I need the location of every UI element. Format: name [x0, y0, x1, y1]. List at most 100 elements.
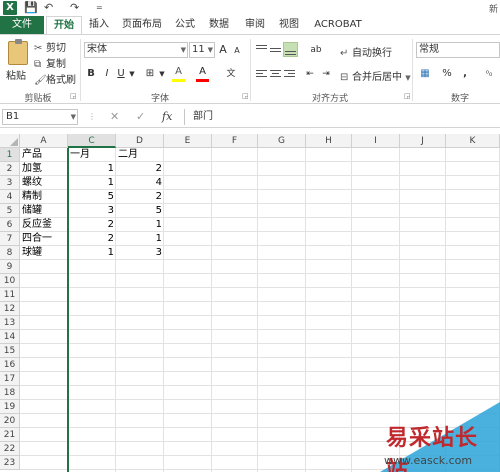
increase-decimal-icon[interactable]: ⁰₀ [480, 67, 498, 81]
tab-formulas[interactable]: 公式 [170, 16, 200, 34]
row-header-16[interactable]: 16 [0, 358, 20, 372]
borders-icon[interactable]: ⊞ [144, 67, 156, 81]
row-header-1[interactable]: 1 [0, 148, 20, 162]
grow-font-button[interactable]: A [218, 43, 228, 57]
cell-d3[interactable]: 4 [116, 176, 164, 190]
tab-view[interactable]: 视图 [274, 16, 304, 34]
italic-button[interactable]: I [102, 67, 112, 81]
tab-insert[interactable]: 插入 [84, 16, 114, 34]
row-header-15[interactable]: 15 [0, 344, 20, 358]
tab-data[interactable]: 数据 [204, 16, 234, 34]
increase-indent-icon[interactable]: ⇥ [320, 67, 332, 81]
row-header-9[interactable]: 9 [0, 260, 20, 274]
font-color-icon[interactable]: A [196, 65, 209, 79]
cell-a2[interactable]: 加氢 [20, 162, 68, 176]
row-header-3[interactable]: 3 [0, 176, 20, 190]
fill-color-icon[interactable]: A [172, 65, 185, 79]
cell-a8[interactable]: 球罐 [20, 246, 68, 260]
column-header-h[interactable]: H [306, 134, 352, 148]
cell-d2[interactable]: 2 [116, 162, 164, 176]
column-header-d[interactable]: D [116, 134, 164, 148]
cell-c6[interactable]: 2 [68, 218, 116, 232]
row-header-6[interactable]: 6 [0, 218, 20, 232]
row-header-18[interactable]: 18 [0, 386, 20, 400]
tab-home[interactable]: 开始 [46, 16, 82, 34]
tab-file[interactable]: 文件 [0, 16, 44, 34]
cell-d5[interactable]: 5 [116, 204, 164, 218]
align-bottom-button[interactable] [283, 42, 298, 57]
cell-c2[interactable]: 1 [68, 162, 116, 176]
column-header-f[interactable]: F [212, 134, 258, 148]
orientation-icon[interactable]: ab [306, 43, 326, 57]
column-header-i[interactable]: I [352, 134, 400, 148]
shrink-font-button[interactable]: A [232, 44, 242, 58]
save-icon[interactable]: 💾 [24, 1, 38, 15]
cell-a7[interactable]: 四合一 [20, 232, 68, 246]
row-header-20[interactable]: 20 [0, 414, 20, 428]
row-header-7[interactable]: 7 [0, 232, 20, 246]
paste-icon[interactable] [8, 39, 28, 65]
row-header-17[interactable]: 17 [0, 372, 20, 386]
copy-button[interactable]: ⧉ 复制 [34, 55, 66, 70]
column-header-a[interactable]: A [20, 134, 68, 148]
cell-c3[interactable]: 1 [68, 176, 116, 190]
column-header-j[interactable]: J [400, 134, 446, 148]
row-header-14[interactable]: 14 [0, 330, 20, 344]
decrease-indent-icon[interactable]: ⇤ [304, 67, 316, 81]
row-header-11[interactable]: 11 [0, 288, 20, 302]
cell-a5[interactable]: 储罐 [20, 204, 68, 218]
customize-toolbar-icon[interactable]: = [96, 1, 103, 15]
row-header-8[interactable]: 8 [0, 246, 20, 260]
comma-style-button[interactable]: , [460, 67, 470, 81]
row-header-4[interactable]: 4 [0, 190, 20, 204]
row-header-21[interactable]: 21 [0, 428, 20, 442]
tab-page-layout[interactable]: 页面布局 [118, 16, 166, 34]
redo-icon[interactable]: ↷ [70, 1, 79, 15]
cut-button[interactable]: ✂ 剪切 [34, 39, 66, 54]
row-header-22[interactable]: 22 [0, 442, 20, 456]
row-header-19[interactable]: 19 [0, 400, 20, 414]
merge-center-button[interactable]: ⊟ 合并后居中 ▼ [340, 68, 411, 83]
chevron-down-icon[interactable]: ▼ [158, 67, 166, 81]
underline-button[interactable]: U [116, 67, 126, 81]
font-launcher-icon[interactable]: ◲ [242, 93, 249, 100]
column-header-c[interactable]: C [68, 134, 116, 148]
undo-icon[interactable]: ↶ [44, 1, 53, 15]
select-all-button[interactable] [0, 134, 20, 148]
enter-icon[interactable]: ✓ [136, 109, 145, 125]
bold-button[interactable]: B [86, 67, 96, 81]
column-header-e[interactable]: E [164, 134, 212, 148]
column-header-g[interactable]: G [258, 134, 306, 148]
row-header-10[interactable]: 10 [0, 274, 20, 288]
formula-input[interactable]: 部门 [184, 109, 500, 125]
cell-c1[interactable]: 一月 [68, 148, 116, 162]
cell-a6[interactable]: 反应釜 [20, 218, 68, 232]
cell-d1[interactable]: 二月 [116, 148, 164, 162]
accounting-format-icon[interactable]: ▦ [418, 67, 432, 81]
font-size-select[interactable]: 11 ▼ [189, 42, 215, 58]
cell-c5[interactable]: 3 [68, 204, 116, 218]
cell-a4[interactable]: 精制 [20, 190, 68, 204]
clipboard-launcher-icon[interactable]: ◲ [70, 93, 77, 100]
cell-d7[interactable]: 1 [116, 232, 164, 246]
row-header-5[interactable]: 5 [0, 204, 20, 218]
row-header-13[interactable]: 13 [0, 316, 20, 330]
row-header-2[interactable]: 2 [0, 162, 20, 176]
insert-function-button[interactable]: fx [162, 109, 172, 125]
paste-button[interactable]: 粘贴 [6, 67, 26, 82]
tab-review[interactable]: 审阅 [240, 16, 270, 34]
cell-a1[interactable]: 产品 [20, 148, 68, 162]
cell-a3[interactable]: 螺纹 [20, 176, 68, 190]
row-header-23[interactable]: 23 [0, 456, 20, 470]
number-format-select[interactable]: 常规 [416, 42, 500, 58]
cell-c4[interactable]: 5 [68, 190, 116, 204]
font-name-select[interactable]: 宋体 ▼ [84, 42, 188, 58]
name-box[interactable]: B1 ▼ [2, 109, 78, 125]
cell-d4[interactable]: 2 [116, 190, 164, 204]
format-painter-button[interactable]: 🖌格式刷 [34, 71, 76, 86]
tab-acrobat[interactable]: ACROBAT [310, 16, 366, 34]
cancel-icon[interactable]: ✕ [110, 109, 119, 125]
row-header-12[interactable]: 12 [0, 302, 20, 316]
percent-style-button[interactable]: % [442, 67, 452, 81]
cell-d6[interactable]: 1 [116, 218, 164, 232]
